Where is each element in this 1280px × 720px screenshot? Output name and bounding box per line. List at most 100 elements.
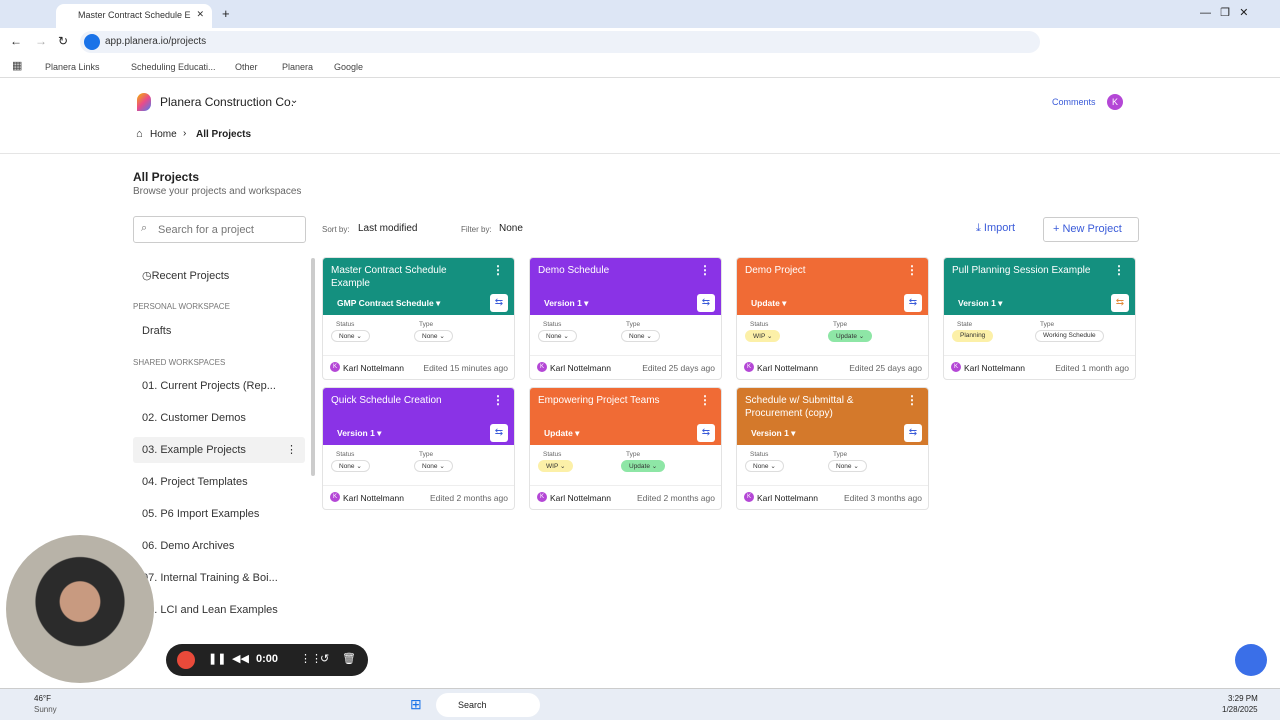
status-dropdown[interactable]: None ⌄ (331, 330, 370, 342)
schedule-icon[interactable]: ⇆ (490, 424, 508, 442)
sidebar-item-workspace[interactable]: 02. Customer Demos (133, 405, 305, 431)
sidebar-scrollbar[interactable] (311, 258, 315, 476)
card-header[interactable]: Empowering Project Teams Update ▾ ⋮ ⇆ (530, 388, 721, 445)
version-dropdown[interactable]: Version 1 ▾ (337, 427, 381, 440)
status-dropdown[interactable]: None ⌄ (745, 460, 784, 472)
window-controls[interactable]: — ❐ ✕ (1200, 6, 1248, 19)
project-card[interactable]: Demo Schedule Version 1 ▾ ⋮ ⇆ Status Type… (529, 257, 722, 380)
project-card[interactable]: Empowering Project Teams Update ▾ ⋮ ⇆ St… (529, 387, 722, 510)
type-dropdown[interactable]: None ⌄ (828, 460, 867, 472)
chat-launcher-button[interactable] (1235, 644, 1267, 676)
card-header[interactable]: Pull Planning Session Example Version 1 … (944, 258, 1135, 315)
taskbar-search[interactable]: Search (436, 693, 540, 717)
card-menu-icon[interactable]: ⋮ (492, 394, 504, 407)
sidebar-item-workspace[interactable]: 01. Current Projects (Rep... (133, 373, 305, 399)
project-card[interactable]: Demo Project Update ▾ ⋮ ⇆ Status Type WIP… (736, 257, 929, 380)
sort-dropdown[interactable]: Last modified (358, 223, 417, 234)
back-icon[interactable]: ← (10, 34, 22, 48)
owner-avatar: K (744, 362, 754, 372)
type-dropdown[interactable]: None ⌄ (414, 330, 453, 342)
more-options-icon[interactable]: ⋮ (286, 443, 297, 456)
type-dropdown[interactable]: Working Schedule (1035, 330, 1104, 342)
card-header[interactable]: Demo Project Update ▾ ⋮ ⇆ (737, 258, 928, 315)
card-header[interactable]: Schedule w/ Submittal & Procurement (cop… (737, 388, 928, 445)
bookmark[interactable]: Planera (282, 62, 313, 72)
card-header[interactable]: Demo Schedule Version 1 ▾ ⋮ ⇆ (530, 258, 721, 315)
rewind-icon[interactable]: ◀◀ (232, 652, 249, 665)
windows-start-icon[interactable]: ⊞ (410, 696, 422, 713)
bookmark[interactable]: Scheduling Educati... (131, 62, 216, 72)
sidebar-item-workspace[interactable]: 06. Demo Archives (133, 533, 305, 559)
project-card[interactable]: Quick Schedule Creation Version 1 ▾ ⋮ ⇆ … (322, 387, 515, 510)
sidebar-item-drafts[interactable]: Drafts (142, 325, 171, 337)
pause-icon[interactable]: ❚❚ (208, 652, 226, 665)
version-dropdown[interactable]: Version 1 ▾ (751, 427, 795, 440)
version-dropdown[interactable]: Update ▾ (751, 297, 786, 310)
status-value: None (546, 333, 562, 340)
trash-icon[interactable]: 🗑 (342, 652, 356, 665)
browser-tab[interactable]: Master Contract Schedule E ✕ (56, 4, 212, 28)
status-dropdown[interactable]: WIP ⌄ (745, 330, 781, 342)
new-project-label: New Project (1062, 223, 1122, 235)
sidebar-item-workspace[interactable]: 05. P6 Import Examples (133, 501, 305, 527)
recent-projects-link[interactable]: ◷Recent Projects (142, 269, 229, 282)
card-menu-icon[interactable]: ⋮ (906, 394, 918, 407)
new-tab-icon[interactable]: + (222, 6, 230, 21)
schedule-icon[interactable]: ⇆ (904, 294, 922, 312)
version-dropdown[interactable]: Version 1 ▾ (958, 297, 1002, 310)
close-tab-icon[interactable]: ✕ (196, 9, 204, 20)
restart-icon[interactable]: ↺ (320, 652, 329, 665)
grid-icon[interactable]: ⋮⋮ (300, 652, 322, 665)
schedule-icon[interactable]: ⇆ (697, 294, 715, 312)
schedule-icon[interactable]: ⇆ (697, 424, 715, 442)
card-menu-icon[interactable]: ⋮ (906, 264, 918, 277)
card-menu-icon[interactable]: ⋮ (1113, 264, 1125, 277)
user-avatar[interactable]: K (1107, 94, 1123, 110)
search-input[interactable]: ⌕ Search for a project (133, 216, 306, 243)
new-project-button[interactable]: + New Project (1043, 217, 1139, 242)
version-dropdown[interactable]: GMP Contract Schedule ▾ (337, 297, 440, 310)
type-dropdown[interactable]: None ⌄ (621, 330, 660, 342)
sidebar-item-workspace[interactable]: 07. Internal Training & Boi... (133, 565, 305, 591)
type-dropdown[interactable]: Update ⌄ (828, 330, 873, 342)
chevron-down-icon[interactable]: ⌄ (290, 95, 298, 106)
status-dropdown[interactable]: None ⌄ (331, 460, 370, 472)
card-title: Quick Schedule Creation (331, 395, 442, 406)
stop-button[interactable] (177, 651, 195, 669)
field-label: Type (1040, 321, 1055, 328)
sidebar-item-workspace[interactable]: 04. Project Templates (133, 469, 305, 495)
url-input[interactable]: app.planera.io/projects (80, 31, 1040, 53)
card-header[interactable]: Master Contract Schedule Example GMP Con… (323, 258, 514, 315)
type-dropdown[interactable]: None ⌄ (414, 460, 453, 472)
version-dropdown[interactable]: Version 1 ▾ (544, 297, 588, 310)
status-dropdown[interactable]: WIP ⌄ (538, 460, 574, 472)
card-menu-icon[interactable]: ⋮ (699, 264, 711, 277)
sidebar-item-workspace[interactable]: 03. Example Projects ⋮ (133, 437, 305, 463)
filter-dropdown[interactable]: None (499, 223, 523, 234)
schedule-icon[interactable]: ⇆ (904, 424, 922, 442)
import-button[interactable]: ⤓ Import (976, 222, 1015, 235)
comments-button[interactable]: Comments (1052, 97, 1096, 107)
sidebar-item-workspace[interactable]: 08. LCI and Lean Examples (133, 597, 305, 623)
org-switcher[interactable]: Planera Construction Co. (160, 95, 294, 109)
card-menu-icon[interactable]: ⋮ (492, 264, 504, 277)
bookmark[interactable]: Planera Links (45, 62, 100, 72)
project-card[interactable]: Schedule w/ Submittal & Procurement (cop… (736, 387, 929, 510)
card-header[interactable]: Quick Schedule Creation Version 1 ▾ ⋮ ⇆ (323, 388, 514, 445)
project-card[interactable]: Pull Planning Session Example Version 1 … (943, 257, 1136, 380)
board-icon[interactable]: ⇆ (1111, 294, 1129, 312)
reload-icon[interactable]: ↻ (58, 34, 68, 48)
version-dropdown[interactable]: Update ▾ (544, 427, 579, 440)
home-icon[interactable]: ⌂ (136, 128, 143, 140)
forward-icon[interactable]: → (35, 34, 47, 48)
project-card[interactable]: Master Contract Schedule Example GMP Con… (322, 257, 515, 380)
schedule-icon[interactable]: ⇆ (490, 294, 508, 312)
apps-icon[interactable]: ▦ (12, 59, 22, 72)
bookmark[interactable]: Other (235, 62, 258, 72)
breadcrumb-home[interactable]: Home (150, 129, 177, 140)
bookmark[interactable]: Google (334, 62, 363, 72)
card-menu-icon[interactable]: ⋮ (699, 394, 711, 407)
type-dropdown[interactable]: Update ⌄ (621, 460, 666, 472)
status-dropdown[interactable]: Planning (952, 330, 994, 342)
status-dropdown[interactable]: None ⌄ (538, 330, 577, 342)
